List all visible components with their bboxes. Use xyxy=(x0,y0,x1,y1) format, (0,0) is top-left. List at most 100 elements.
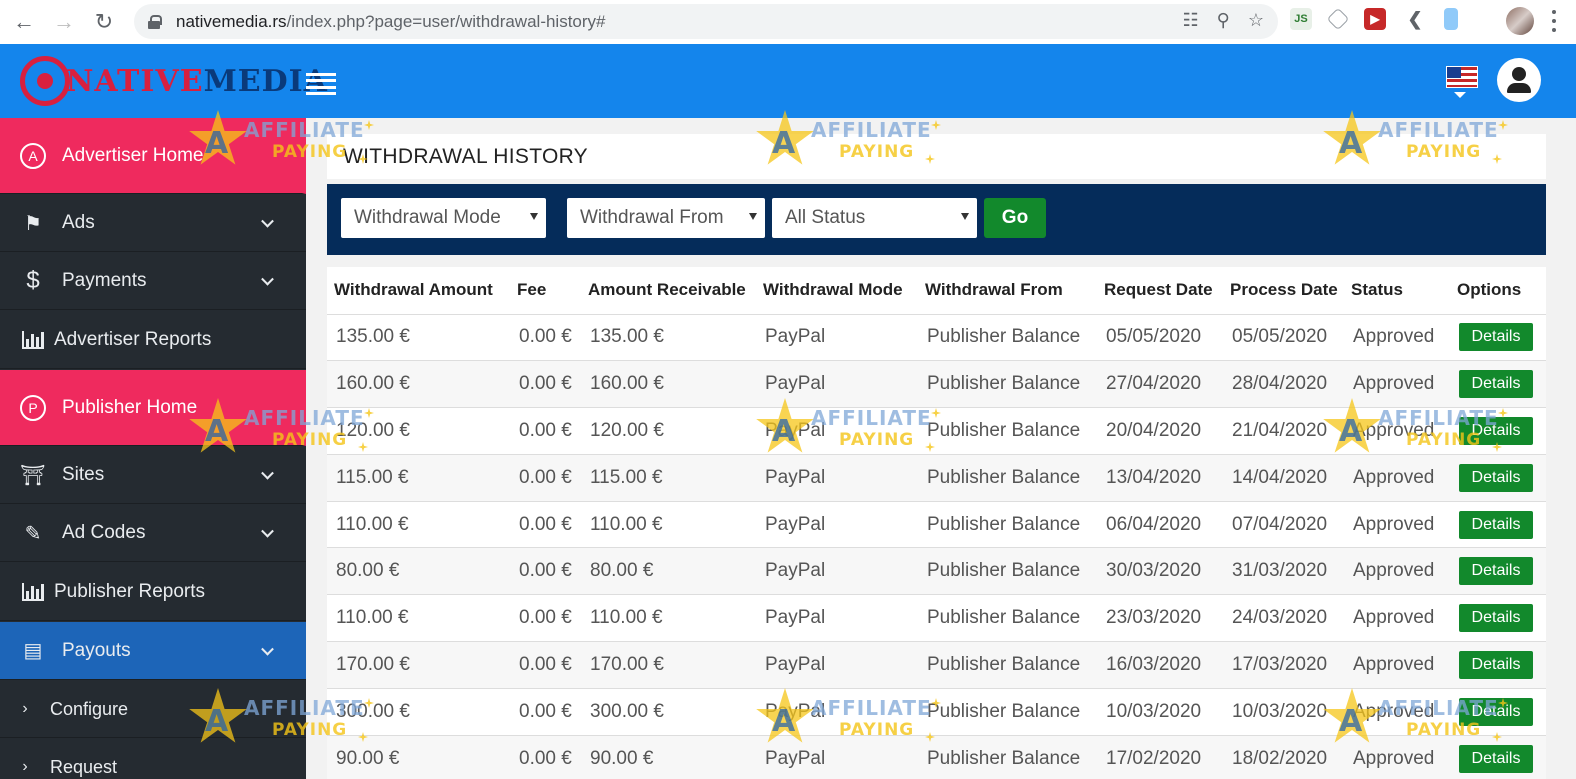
cell-withdrawal-from: Publisher Balance xyxy=(918,641,1097,689)
cell-options: Details xyxy=(1450,547,1546,596)
reload-icon[interactable]: ↻ xyxy=(88,6,120,38)
cell-process-date: 14/04/2020 xyxy=(1223,454,1344,502)
sidebar-item-payouts[interactable]: ▤ Payouts xyxy=(0,622,306,680)
chevron-down-icon xyxy=(261,272,274,286)
status-value: All Status xyxy=(785,207,866,228)
sidebar-item-label: Advertiser Home xyxy=(62,144,204,166)
browser-menu-icon[interactable] xyxy=(1552,10,1556,32)
cell-withdrawal-mode: PayPal xyxy=(756,407,918,455)
details-button[interactable]: Details xyxy=(1459,416,1533,445)
menu-toggle-icon[interactable] xyxy=(306,73,336,95)
cell-status: Approved xyxy=(1344,641,1450,689)
cell-withdrawal-from: Publisher Balance xyxy=(918,735,1097,779)
sidebar-subitem-request[interactable]: › Request xyxy=(0,739,306,779)
native-media-logo[interactable]: NATIVE MEDIA xyxy=(20,54,328,108)
translate-icon[interactable]: ☷ xyxy=(1183,10,1199,31)
details-button[interactable]: Details xyxy=(1459,557,1533,586)
cell-fee: 0.00 € xyxy=(510,547,581,596)
browser-toolbar: ← → ↻ nativemedia.rs/index.php?page=user… xyxy=(0,0,1576,44)
sidebar-item-publisher-reports[interactable]: Publisher Reports xyxy=(0,563,306,621)
cell-withdrawal-from: Publisher Balance xyxy=(918,594,1097,643)
details-button[interactable]: Details xyxy=(1459,510,1533,539)
cell-options: Details xyxy=(1450,641,1546,689)
details-button[interactable]: Details xyxy=(1459,370,1533,399)
cell-status: Approved xyxy=(1344,314,1450,362)
cell-withdrawal-mode: PayPal xyxy=(756,454,918,502)
status-select[interactable]: All Status xyxy=(772,198,977,238)
cell-withdrawal-mode: PayPal xyxy=(756,360,918,409)
cell-withdrawal-from: Publisher Balance xyxy=(918,314,1097,362)
cell-withdrawal-mode: PayPal xyxy=(756,314,918,362)
details-button[interactable]: Details xyxy=(1459,463,1533,492)
browser-profile-avatar[interactable] xyxy=(1506,7,1534,35)
cell-process-date: 24/03/2020 xyxy=(1223,594,1344,643)
sidebar-subitem-configure[interactable]: › Configure xyxy=(0,681,306,738)
sidebar-item-advertiser-home[interactable]: A Advertiser Home xyxy=(0,118,306,194)
filter-bar: Withdrawal Mode Withdrawal From All Stat… xyxy=(327,184,1546,255)
sidebar-item-ads[interactable]: ⚑ Ads xyxy=(0,195,306,252)
cell-fee: 0.00 € xyxy=(510,641,581,689)
cell-fee: 0.00 € xyxy=(510,454,581,502)
details-button[interactable]: Details xyxy=(1459,744,1533,773)
zoom-icon[interactable]: ⚲ xyxy=(1217,10,1230,31)
details-button[interactable]: Details xyxy=(1459,650,1533,679)
publisher-badge-icon: P xyxy=(20,394,46,421)
dollar-icon: $ xyxy=(26,267,40,294)
cell-status: Approved xyxy=(1344,594,1450,643)
cell-request-date: 06/04/2020 xyxy=(1097,501,1223,549)
media-extension-icon[interactable]: ▶ xyxy=(1364,8,1386,30)
tag-extension-icon[interactable] xyxy=(1326,7,1350,31)
cell-withdrawal-amount: 90.00 € xyxy=(327,735,510,779)
cell-withdrawal-amount: 160.00 € xyxy=(327,360,510,409)
us-flag-icon[interactable] xyxy=(1446,66,1478,88)
back-arrow-icon[interactable]: ← xyxy=(8,6,40,38)
cell-status: Approved xyxy=(1344,735,1450,779)
doc-extension-icon[interactable] xyxy=(1444,8,1458,30)
forward-arrow-icon[interactable]: → xyxy=(48,6,80,38)
address-bar[interactable]: nativemedia.rs/index.php?page=user/withd… xyxy=(134,4,1278,39)
table-row: 160.00 €0.00 €160.00 € PayPal Publisher Ba… xyxy=(327,360,1546,409)
details-button[interactable]: Details xyxy=(1459,697,1533,726)
user-account-icon[interactable] xyxy=(1497,58,1541,102)
sidebar-item-advertiser-reports[interactable]: Advertiser Reports xyxy=(0,311,306,369)
table-row: 90.00 €0.00 €90.00 € PayPal Publisher Bala… xyxy=(327,735,1546,779)
cell-options: Details xyxy=(1450,501,1546,549)
withdrawal-mode-select[interactable]: Withdrawal Mode xyxy=(341,198,546,238)
main-content: WITHDRAWAL HISTORY Withdrawal Mode Withd… xyxy=(306,118,1576,779)
cell-withdrawal-from: Publisher Balance xyxy=(918,688,1097,736)
sidebar-item-label: Configure xyxy=(50,698,129,719)
go-button[interactable]: Go xyxy=(984,198,1046,238)
cell-fee: 0.00 € xyxy=(510,314,581,362)
cell-fee: 0.00 € xyxy=(510,688,581,736)
sidebar-item-payments[interactable]: $ Payments xyxy=(0,253,306,310)
withdrawal-from-select[interactable]: Withdrawal From xyxy=(567,198,765,238)
cell-options: Details xyxy=(1450,735,1546,779)
cell-request-date: 23/03/2020 xyxy=(1097,594,1223,643)
cell-request-date: 10/03/2020 xyxy=(1097,688,1223,736)
cell-withdrawal-amount: 300.00 € xyxy=(327,688,510,736)
bookmark-star-icon[interactable]: ☆ xyxy=(1248,10,1264,31)
cell-request-date: 13/04/2020 xyxy=(1097,454,1223,502)
js-extension-icon[interactable]: JS xyxy=(1290,8,1312,30)
sidebar-item-label: Ad Codes xyxy=(62,522,146,543)
sidebar-item-ad-codes[interactable]: ✎ Ad Codes xyxy=(0,505,306,562)
cell-options: Details xyxy=(1450,688,1546,736)
cell-amount-receivable: 110.00 € xyxy=(581,501,756,549)
sidebar-item-publisher-home[interactable]: P Publisher Home xyxy=(0,370,306,446)
cell-withdrawal-amount: 110.00 € xyxy=(327,594,510,643)
cell-withdrawal-amount: 120.00 € xyxy=(327,407,510,455)
cell-status: Approved xyxy=(1344,688,1450,736)
cell-options: Details xyxy=(1450,360,1546,409)
language-caret-icon[interactable] xyxy=(1454,92,1466,98)
cell-fee: 0.00 € xyxy=(510,501,581,549)
cell-process-date: 18/02/2020 xyxy=(1223,735,1344,779)
table-row: 110.00 €0.00 €110.00 € PayPal Publisher Ba… xyxy=(327,501,1546,549)
details-button[interactable]: Details xyxy=(1459,323,1533,352)
cell-process-date: 31/03/2020 xyxy=(1223,547,1344,596)
cell-withdrawal-amount: 110.00 € xyxy=(327,501,510,549)
details-button[interactable]: Details xyxy=(1459,604,1533,633)
cell-amount-receivable: 300.00 € xyxy=(581,688,756,736)
cell-withdrawal-amount: 115.00 € xyxy=(327,454,510,502)
arrow-extension-icon[interactable]: ❮ xyxy=(1404,8,1426,30)
sidebar-item-sites[interactable]: ⛩ Sites xyxy=(0,447,306,504)
